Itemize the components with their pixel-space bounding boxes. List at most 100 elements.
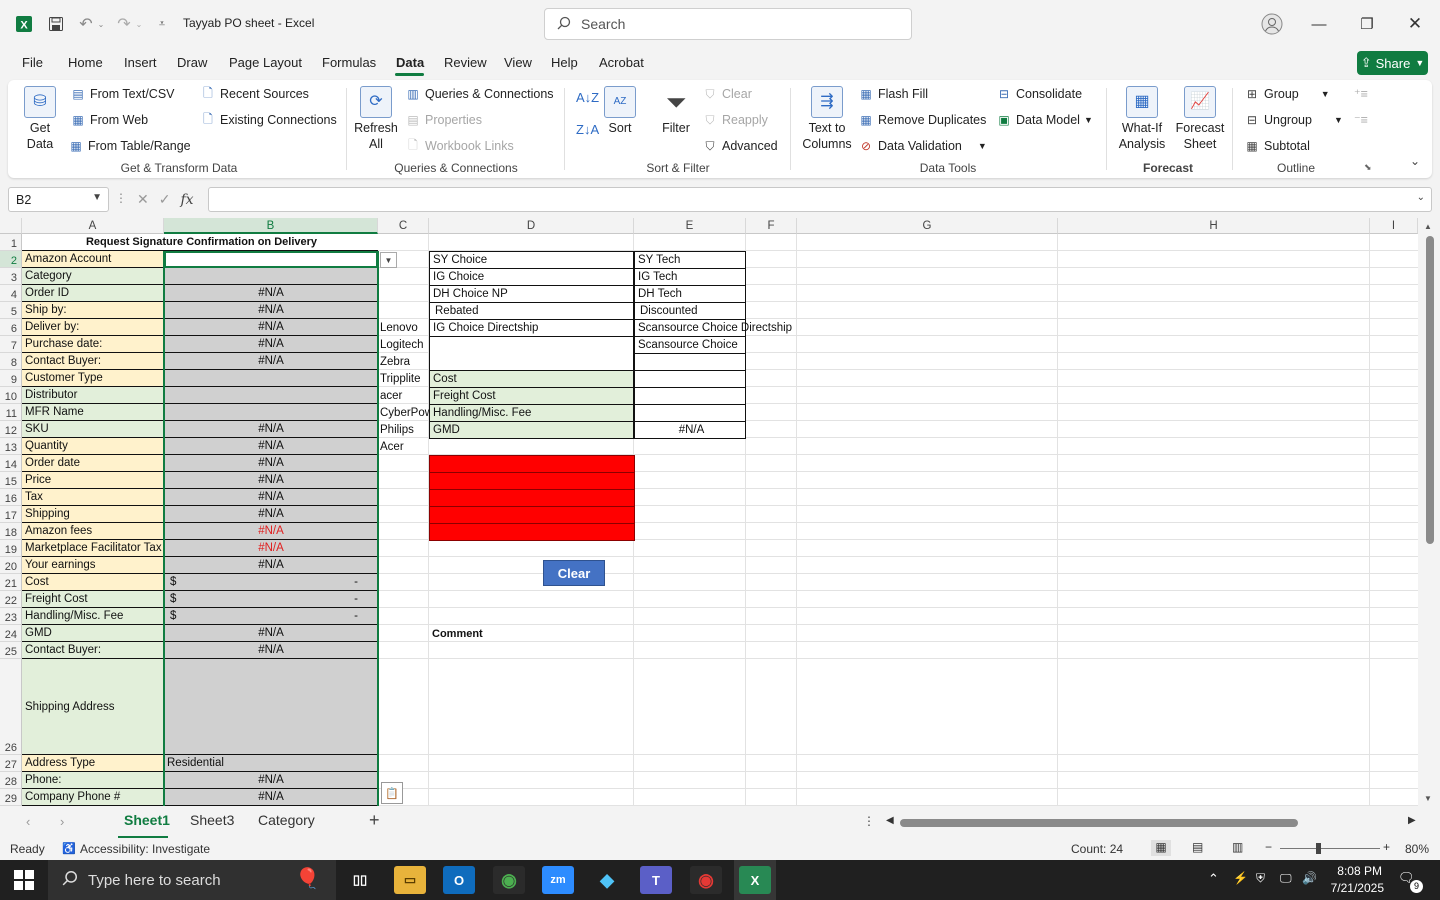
what-if-analysis-button[interactable]: ▦ What-If Analysis (1114, 86, 1170, 152)
sheet-tab-sheet3[interactable]: Sheet3 (190, 812, 234, 828)
accessibility-status[interactable]: Accessibility: Investigate (80, 842, 210, 856)
row-header-1[interactable]: 1 (0, 234, 22, 251)
page-break-view-icon[interactable]: ▥ (1232, 840, 1243, 854)
menu-data[interactable]: Data (396, 55, 424, 70)
row-header-9[interactable]: 9 (0, 370, 22, 387)
vertical-scrollbar[interactable]: ▲ ▼ (1418, 218, 1440, 806)
value-cell[interactable]: #N/A (164, 642, 378, 659)
zoom-slider[interactable] (1280, 848, 1380, 849)
search-input[interactable]: Search (544, 8, 912, 40)
value-cell[interactable] (164, 659, 378, 755)
collapse-ribbon-icon[interactable]: ⌄ (1410, 154, 1420, 168)
clock-time[interactable]: 8:08 PM (1332, 864, 1382, 878)
alert-red-cell[interactable] (429, 472, 635, 490)
column-header-c[interactable]: C (378, 218, 429, 234)
choice-cell[interactable]: Rebated (429, 302, 634, 320)
value-cell[interactable] (164, 370, 378, 387)
tab-split-handle-icon[interactable]: ⋮ (863, 814, 875, 828)
row-header-2[interactable]: 2 (0, 251, 22, 268)
account-avatar-icon[interactable] (1260, 12, 1284, 36)
vertical-scroll-thumb[interactable] (1426, 236, 1434, 544)
value-cell[interactable]: $ - (164, 608, 378, 625)
row-header-4[interactable]: 4 (0, 285, 22, 302)
menu-view[interactable]: View (504, 55, 532, 70)
cost-value-cell[interactable] (634, 404, 746, 422)
scroll-left-icon[interactable]: ◀ (886, 815, 894, 826)
row-header-6[interactable]: 6 (0, 319, 22, 336)
alert-red-cell[interactable] (429, 506, 635, 524)
cancel-entry-icon[interactable]: ✕ (137, 191, 149, 208)
share-button[interactable]: ⇪ Share ▼ (1357, 51, 1428, 75)
existing-connections-button[interactable]: 🗋 Existing Connections (200, 112, 337, 128)
row-header-8[interactable]: 8 (0, 353, 22, 370)
advanced-filter-button[interactable]: ⛉ Advanced (702, 138, 777, 154)
prev-sheet-icon[interactable]: ‹ (26, 814, 30, 829)
value-cell[interactable]: #N/A (164, 789, 378, 806)
value-cell[interactable]: #N/A (164, 557, 378, 574)
row-header-5[interactable]: 5 (0, 302, 22, 319)
flash-fill-button[interactable]: ▦ Flash Fill (858, 86, 928, 102)
row-header-3[interactable]: 3 (0, 268, 22, 285)
value-cell[interactable]: #N/A (164, 336, 378, 353)
task-view-icon[interactable]: ▯▯ (344, 866, 376, 894)
row-header-22[interactable]: 22 (0, 591, 22, 608)
clear-form-button[interactable]: Clear (543, 560, 605, 586)
column-header-i[interactable]: I (1370, 218, 1418, 234)
paste-options-icon[interactable]: 📋 (381, 782, 403, 804)
show-hidden-icons-icon[interactable]: ⌃ (1208, 871, 1219, 887)
formula-input[interactable]: ⌄ (208, 187, 1432, 212)
select-all-corner[interactable] (0, 218, 22, 234)
value-cell[interactable]: Residential (164, 755, 378, 772)
row-header-14[interactable]: 14 (0, 455, 22, 472)
value-cell[interactable] (164, 268, 378, 285)
brand-cell[interactable]: Tripplite (378, 370, 429, 387)
app-diamond-icon[interactable]: ◆ (591, 866, 623, 894)
next-sheet-icon[interactable]: › (60, 814, 64, 829)
value-cell[interactable]: #N/A (164, 540, 378, 557)
zoom-app-icon[interactable]: zm (542, 866, 574, 894)
row-header-24[interactable]: 24 (0, 625, 22, 642)
recent-sources-button[interactable]: 🗋 Recent Sources (200, 86, 309, 102)
scroll-right-icon[interactable]: ▶ (1408, 815, 1416, 826)
more-options-icon[interactable]: ⋮ (115, 191, 127, 205)
insert-function-icon[interactable]: fx (180, 192, 193, 208)
row-header-13[interactable]: 13 (0, 438, 22, 455)
column-header-e[interactable]: E (634, 218, 746, 234)
tech-cell[interactable]: IG Tech (634, 268, 746, 286)
empty-box-cell[interactable] (429, 336, 634, 371)
undo-dropdown-icon[interactable]: ⌄ (96, 12, 106, 36)
column-header-b[interactable]: B (164, 218, 378, 234)
value-cell[interactable]: #N/A (164, 302, 378, 319)
page-layout-view-icon[interactable]: ▤ (1192, 840, 1203, 854)
menu-help[interactable]: Help (551, 55, 578, 70)
outline-dialog-launcher-icon[interactable]: ⬊ (1364, 162, 1372, 173)
value-cell[interactable]: #N/A (164, 472, 378, 489)
tech-cell[interactable]: SY Tech (634, 251, 746, 269)
properties-button[interactable]: ▤ Properties (405, 112, 482, 128)
value-cell[interactable]: #N/A (164, 772, 378, 789)
filter-button[interactable]: ⏷ Filter (656, 86, 696, 136)
menu-review[interactable]: Review (444, 55, 487, 70)
brand-cell[interactable]: Logitech (378, 336, 429, 353)
column-header-a[interactable]: A (22, 218, 164, 234)
gmd-value-cell[interactable]: #N/A (634, 421, 746, 439)
chrome-icon[interactable]: ◉ (493, 866, 525, 894)
row-header-20[interactable]: 20 (0, 557, 22, 574)
tray-security-icon[interactable]: ⛨ (1256, 871, 1265, 886)
sort-z-a-icon[interactable]: Z↓A (576, 122, 599, 137)
network-icon[interactable]: 🖵 (1280, 871, 1292, 886)
brand-cell[interactable]: CyberPower (378, 404, 429, 421)
horizontal-scroll-thumb[interactable] (900, 819, 1298, 827)
row-header-28[interactable]: 28 (0, 772, 22, 789)
sheet-tab-category[interactable]: Category (258, 812, 315, 828)
row-header-27[interactable]: 27 (0, 755, 22, 772)
row-header-12[interactable]: 12 (0, 421, 22, 438)
column-header-d[interactable]: D (429, 218, 634, 234)
menu-page-layout[interactable]: Page Layout (229, 55, 302, 70)
ungroup-button[interactable]: ⊟ Ungroup ▼ (1244, 112, 1343, 128)
zoom-slider-thumb[interactable] (1316, 843, 1321, 854)
sheet-tab-sheet1[interactable]: Sheet1 (124, 812, 170, 828)
undo-icon[interactable]: ↶ (76, 12, 96, 36)
volume-icon[interactable]: 🔊 (1302, 871, 1317, 885)
row-header-29[interactable]: 29 (0, 789, 22, 806)
